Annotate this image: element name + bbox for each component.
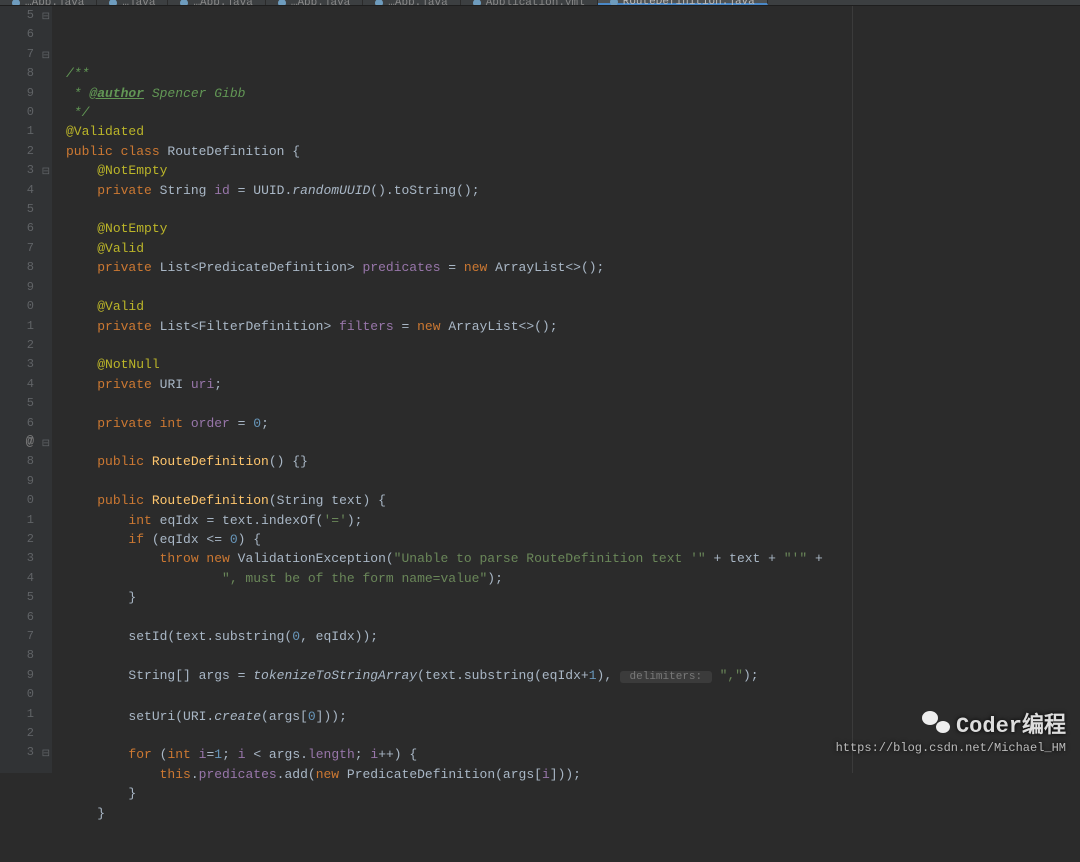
line-number: 8	[0, 64, 34, 83]
line-number: 2	[0, 530, 34, 549]
gutter-annotation-icon[interactable]: @	[26, 433, 34, 452]
editor-tab[interactable]: …java	[97, 0, 168, 5]
code-line[interactable]: public RouteDefinition() {}	[66, 452, 1080, 471]
line-number: 0	[0, 297, 34, 316]
line-number: 9	[0, 472, 34, 491]
line-number: 0	[0, 685, 34, 704]
line-number: 5	[0, 588, 34, 607]
code-line[interactable]	[66, 394, 1080, 413]
line-number: 7	[0, 239, 34, 258]
line-number: 3	[0, 355, 34, 374]
code-line[interactable]: }	[66, 588, 1080, 607]
code-line[interactable]: }	[66, 804, 1080, 823]
line-number: 5	[0, 6, 34, 25]
code-line[interactable]: private int order = 0;	[66, 414, 1080, 433]
line-number: 6	[0, 414, 34, 433]
line-number: 1	[0, 317, 34, 336]
line-number: 8	[0, 258, 34, 277]
code-line[interactable]: @NotNull	[66, 355, 1080, 374]
gutter: 567890123456789012345678901234567890123 …	[0, 6, 52, 773]
fold-toggle-icon[interactable]: ⊟	[42, 435, 50, 454]
code-line[interactable]	[66, 687, 1080, 706]
line-number: 9	[0, 278, 34, 297]
line-number: 5	[0, 200, 34, 219]
file-type-icon	[610, 0, 618, 6]
line-number: 4	[0, 181, 34, 200]
code-line[interactable]	[66, 278, 1080, 297]
code-line[interactable]: private URI uri;	[66, 375, 1080, 394]
code-line[interactable]: int eqIdx = text.indexOf('=');	[66, 511, 1080, 530]
watermark-brand: Coder编程	[956, 707, 1066, 739]
code-line[interactable]: private List<FilterDefinition> filters =…	[66, 317, 1080, 336]
code-line[interactable]: @Valid	[66, 297, 1080, 316]
line-number: 3	[0, 161, 34, 180]
line-number: 7	[0, 627, 34, 646]
editor-tab[interactable]: …App.java	[363, 0, 460, 5]
editor-tab[interactable]: RouteDefinition.java	[598, 0, 768, 5]
line-numbers: 567890123456789012345678901234567890123	[0, 6, 34, 763]
line-number: 6	[0, 25, 34, 44]
line-number: 2	[0, 724, 34, 743]
code-line[interactable]	[66, 608, 1080, 627]
watermark: Coder编程 https://blog.csdn.net/Michael_HM	[836, 707, 1066, 755]
code-line[interactable]: setId(text.substring(0, eqIdx));	[66, 627, 1080, 646]
line-number: 2	[0, 336, 34, 355]
line-number: 3	[0, 743, 34, 762]
line-number: 3	[0, 549, 34, 568]
code-line[interactable]: throw new ValidationException("Unable to…	[66, 549, 1080, 568]
code-line[interactable]: }	[66, 784, 1080, 803]
line-number: 7	[0, 45, 34, 64]
code-line[interactable]: public RouteDefinition(String text) {	[66, 491, 1080, 510]
line-number: 6	[0, 608, 34, 627]
code-line[interactable]: @NotEmpty	[66, 219, 1080, 238]
line-number: 1	[0, 705, 34, 724]
code-line[interactable]: /**	[66, 64, 1080, 83]
code-line[interactable]: public class RouteDefinition {	[66, 142, 1080, 161]
line-number: 8	[0, 646, 34, 665]
fold-toggle-icon[interactable]: ⊟	[42, 745, 50, 764]
wechat-icon	[922, 711, 950, 735]
line-number: 4	[0, 375, 34, 394]
code-line[interactable]	[66, 200, 1080, 219]
code-line[interactable]: private String id = UUID.randomUUID().to…	[66, 181, 1080, 200]
line-number: 4	[0, 569, 34, 588]
code-line[interactable]: @Valid	[66, 239, 1080, 258]
fold-toggle-icon[interactable]: ⊟	[42, 47, 50, 66]
code-line[interactable]	[66, 433, 1080, 452]
line-number: 2	[0, 142, 34, 161]
code-line[interactable]: @Validated	[66, 122, 1080, 141]
code-line[interactable]: private List<PredicateDefinition> predic…	[66, 258, 1080, 277]
code-line[interactable]	[66, 646, 1080, 665]
code-line[interactable]: @NotEmpty	[66, 161, 1080, 180]
right-margin-guide	[852, 6, 853, 773]
code-line[interactable]	[66, 472, 1080, 491]
code-line[interactable]: String[] args = tokenizeToStringArray(te…	[66, 666, 1080, 687]
fold-toggle-icon[interactable]: ⊟	[42, 163, 50, 182]
line-number: 9	[0, 84, 34, 103]
editor-tab[interactable]: …App.java	[0, 0, 97, 5]
fold-toggle-icon[interactable]: ⊟	[42, 8, 50, 27]
line-number: 0	[0, 103, 34, 122]
code-line[interactable]: ", must be of the form name=value");	[66, 569, 1080, 588]
line-number: 5	[0, 394, 34, 413]
code-line[interactable]: * @author Spencer Gibb	[66, 84, 1080, 103]
line-number: 9	[0, 666, 34, 685]
code-editor[interactable]: /** * @author Spencer Gibb */@Validatedp…	[52, 6, 1080, 773]
editor-tab[interactable]: …App.java	[266, 0, 363, 5]
editor-tab[interactable]: …App.java	[168, 0, 265, 5]
code-line[interactable]: this.predicates.add(new PredicateDefinit…	[66, 765, 1080, 784]
line-number: 6	[0, 219, 34, 238]
editor-area: 567890123456789012345678901234567890123 …	[0, 6, 1080, 773]
line-number: 1	[0, 511, 34, 530]
code-line[interactable]	[66, 336, 1080, 355]
line-number: 0	[0, 491, 34, 510]
code-line[interactable]: if (eqIdx <= 0) {	[66, 530, 1080, 549]
editor-tab[interactable]: Application.yml	[461, 0, 598, 5]
code-line[interactable]: */	[66, 103, 1080, 122]
line-number: 1	[0, 122, 34, 141]
line-number: 8	[0, 452, 34, 471]
watermark-url: https://blog.csdn.net/Michael_HM	[836, 741, 1066, 755]
